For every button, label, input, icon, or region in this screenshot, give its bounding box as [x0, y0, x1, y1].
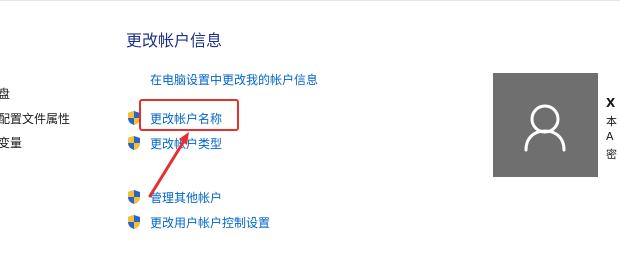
- account-name: X: [606, 96, 616, 110]
- avatar: [493, 73, 598, 177]
- account-info-line: 本: [606, 115, 617, 128]
- user-silhouette-icon: [524, 104, 566, 152]
- account-info-line: 密: [606, 148, 617, 161]
- account-info-line: A: [606, 130, 614, 143]
